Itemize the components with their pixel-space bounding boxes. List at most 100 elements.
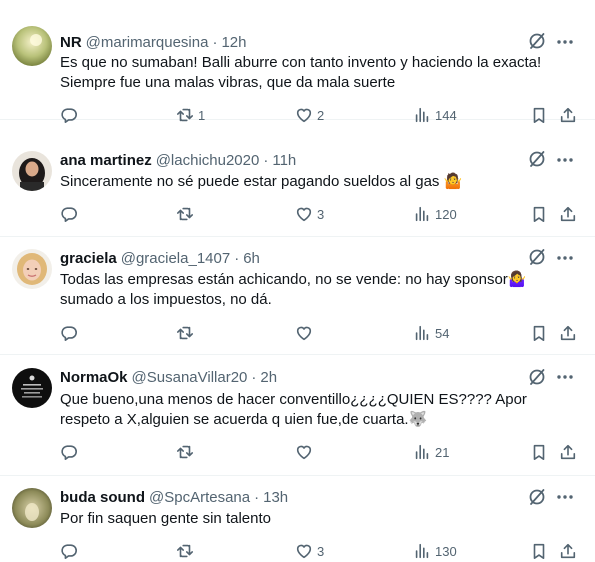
views-button[interactable]: 21 <box>413 442 449 462</box>
more-icon[interactable] <box>555 32 575 52</box>
timestamp[interactable]: 12h <box>221 34 246 51</box>
bookmark-button[interactable] <box>530 204 548 224</box>
avatar[interactable] <box>12 26 52 66</box>
user-handle[interactable]: @SusanaVillar20 <box>132 369 248 386</box>
bookmark-button[interactable] <box>530 541 548 561</box>
views-icon <box>415 444 429 460</box>
avatar[interactable] <box>12 488 52 528</box>
views-icon <box>415 206 429 222</box>
tweet[interactable]: graciela @graciela_1407 · 6h Todas las e… <box>0 237 595 355</box>
user-handle[interactable]: @SpcArtesana <box>149 489 250 506</box>
user-handle[interactable]: @graciela_1407 <box>121 250 230 267</box>
action-bar: 3 120 <box>60 204 585 224</box>
tweet-text-line: respeto a X,alguien se acuerda q uien fu… <box>60 411 428 428</box>
share-button[interactable] <box>559 204 577 224</box>
views-count: 54 <box>435 325 450 341</box>
avatar[interactable] <box>12 368 52 408</box>
display-name[interactable]: NR <box>60 34 82 51</box>
tweet[interactable]: NormaOk @SusanaVillar20 · 2h Que bueno,u… <box>0 355 595 476</box>
separator: · <box>212 33 218 51</box>
repost-button[interactable] <box>176 323 198 343</box>
views-button[interactable]: 120 <box>413 204 457 224</box>
more-icon[interactable] <box>555 487 575 507</box>
tweet[interactable]: ana martinez @lachichu2020 · 11h Sincera… <box>0 120 595 237</box>
more-icon[interactable] <box>555 367 575 387</box>
repost-button[interactable] <box>176 442 198 462</box>
like-button[interactable] <box>295 442 317 462</box>
display-name[interactable]: ana martinez <box>60 152 152 169</box>
separator: · <box>234 249 240 267</box>
grok-icon[interactable] <box>527 367 547 387</box>
avatar[interactable] <box>12 151 52 191</box>
repost-icon <box>176 326 194 340</box>
grok-icon[interactable] <box>527 149 547 169</box>
heart-icon <box>296 445 312 460</box>
bookmark-icon <box>533 543 545 560</box>
views-button[interactable]: 130 <box>413 541 457 561</box>
separator: · <box>263 151 269 169</box>
repost-icon <box>176 207 194 221</box>
tweet-text: Todas las empresas están achicando, no s… <box>60 270 567 310</box>
repost-icon <box>176 445 194 459</box>
grok-icon[interactable] <box>527 487 547 507</box>
reply-icon <box>61 544 77 560</box>
bookmark-icon <box>533 206 545 223</box>
views-icon <box>415 543 429 559</box>
avatar[interactable] <box>12 249 52 289</box>
share-button[interactable] <box>559 323 577 343</box>
like-button[interactable]: 3 <box>295 541 324 561</box>
bookmark-icon <box>533 325 545 342</box>
heart-icon <box>296 207 312 222</box>
grok-icon[interactable] <box>527 31 547 51</box>
reply-icon <box>61 445 77 461</box>
display-name[interactable]: graciela <box>60 250 117 267</box>
views-count: 21 <box>435 444 450 460</box>
timestamp[interactable]: 11h <box>272 152 296 169</box>
tweet-text: Sinceramente no sé puede estar pagando s… <box>60 172 567 192</box>
like-button[interactable] <box>295 323 317 343</box>
like-count: 3 <box>317 543 325 559</box>
reply-feed: NR @marimarquesina · 12h Es que no sumab… <box>0 0 595 562</box>
separator: · <box>251 368 257 386</box>
tweet-text-line: Todas las empresas están achicando, no s… <box>60 271 527 288</box>
views-count: 120 <box>435 206 457 222</box>
views-count: 130 <box>435 543 457 559</box>
tweet-text: Que bueno,una menos de hacer conventillo… <box>60 390 567 430</box>
share-button[interactable] <box>559 541 577 561</box>
action-bar: 21 <box>60 442 585 462</box>
like-button[interactable]: 3 <box>295 204 324 224</box>
heart-icon <box>296 326 312 341</box>
reply-button[interactable] <box>60 442 78 462</box>
more-icon[interactable] <box>555 150 575 170</box>
grok-icon[interactable] <box>527 247 547 267</box>
tweet[interactable]: NR @marimarquesina · 12h Es que no sumab… <box>0 0 595 124</box>
views-icon <box>415 325 429 341</box>
more-icon[interactable] <box>555 248 575 268</box>
tweet-text-line: Que bueno,una menos de hacer conventillo… <box>60 391 527 408</box>
reply-button[interactable] <box>60 541 78 561</box>
tweet[interactable]: buda sound @SpcArtesana · 13h Por fin sa… <box>0 476 595 562</box>
user-handle[interactable]: @lachichu2020 <box>156 152 260 169</box>
user-handle[interactable]: @marimarquesina <box>86 34 209 51</box>
tweet-text-line: Siempre fue una malas vibras, que da mal… <box>60 74 396 91</box>
display-name[interactable]: NormaOk <box>60 369 128 386</box>
bookmark-button[interactable] <box>530 442 548 462</box>
timestamp[interactable]: 13h <box>263 489 288 506</box>
repost-button[interactable] <box>176 204 198 224</box>
timestamp[interactable]: 2h <box>260 369 277 386</box>
heart-icon <box>296 544 312 559</box>
share-icon <box>560 206 576 222</box>
reply-button[interactable] <box>60 204 78 224</box>
reply-button[interactable] <box>60 323 78 343</box>
action-bar: 54 <box>60 323 585 343</box>
timestamp[interactable]: 6h <box>243 250 260 267</box>
share-icon <box>560 543 576 559</box>
action-bar: 3 130 <box>60 541 585 561</box>
views-button[interactable]: 54 <box>413 323 449 343</box>
repost-button[interactable] <box>176 541 198 561</box>
tweet-text-line: Es que no sumaban! Balli aburre con tant… <box>60 54 542 71</box>
bookmark-button[interactable] <box>530 323 548 343</box>
share-button[interactable] <box>559 442 577 462</box>
tweet-text: Por fin saquen gente sin talento <box>60 509 567 529</box>
display-name[interactable]: buda sound <box>60 489 145 506</box>
